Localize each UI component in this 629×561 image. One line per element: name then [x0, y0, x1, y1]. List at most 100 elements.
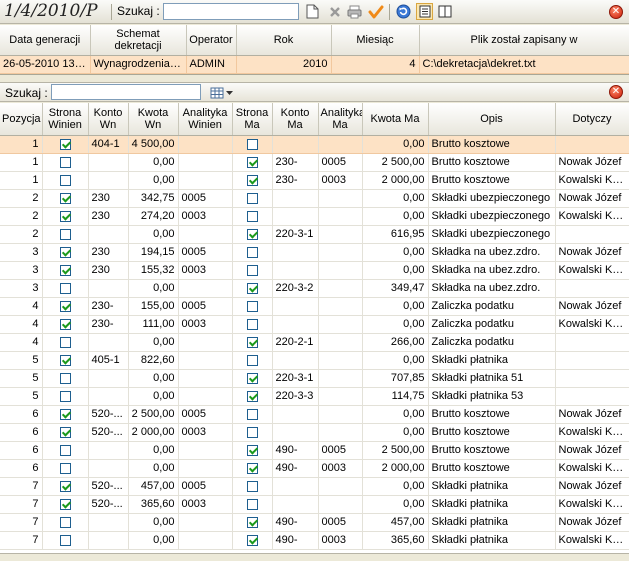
table-row[interactable]: 5 405-1 822,60 0,00 Składki płatnika — [0, 351, 629, 370]
delete-icon[interactable] — [326, 3, 343, 20]
table-row[interactable]: 7 0,00 490- 0005 457,00 Składki płatnika Nowak… — [0, 513, 629, 532]
table-row[interactable]: 7 520-... 365,60 0003 0,00 Składki płatnika Ko… — [0, 495, 629, 514]
chevron-down-icon[interactable] — [224, 84, 234, 101]
checkbox[interactable] — [59, 300, 71, 312]
table-row[interactable]: 2 230 342,75 0005 0,00 Składki ubezpieczonego… — [0, 189, 629, 208]
checkbox[interactable] — [59, 516, 71, 528]
checkbox[interactable] — [59, 174, 71, 186]
table-row[interactable]: 4 230- 111,00 0003 0,00 Zaliczka podatku Kowal… — [0, 315, 629, 334]
checkbox[interactable] — [246, 156, 258, 168]
checkbox[interactable] — [59, 408, 71, 420]
table-row[interactable]: 2 230 274,20 0003 0,00 Składki ubezpieczonego… — [0, 207, 629, 226]
table-row[interactable]: 1 404-1 4 500,00 0,00 Brutto kosztowe — [0, 135, 629, 154]
checkbox[interactable] — [246, 372, 258, 384]
table-row[interactable]: 3 0,00 220-3-2 349,47 Składka na ubez.zdro. — [0, 279, 629, 298]
checkbox[interactable] — [246, 444, 258, 456]
column-header[interactable]: Rok — [236, 25, 332, 56]
refresh-icon[interactable] — [395, 3, 412, 20]
checkbox[interactable] — [246, 534, 258, 546]
table-row[interactable]: 3 230 155,32 0003 0,00 Składka na ubez.zdro. K… — [0, 261, 629, 280]
checkbox[interactable] — [246, 480, 258, 492]
checkbox[interactable] — [246, 138, 258, 150]
new-document-icon[interactable] — [304, 3, 321, 20]
table-row[interactable]: 6 0,00 490- 0005 2 500,00 Brutto kosztowe Nowa… — [0, 441, 629, 460]
column-header[interactable]: Analityka Winien — [178, 103, 233, 136]
grid-close-icon[interactable]: ✕ — [609, 85, 623, 99]
checkbox[interactable] — [59, 282, 71, 294]
checkbox[interactable] — [246, 300, 258, 312]
checkbox[interactable] — [246, 210, 258, 222]
checkbox[interactable] — [246, 228, 258, 240]
column-header[interactable]: Kwota Ma — [362, 103, 429, 136]
table-row[interactable]: 6 0,00 490- 0003 2 000,00 Brutto kosztowe Kowa… — [0, 459, 629, 478]
column-header[interactable]: Strona Winien — [42, 103, 89, 136]
grid-search-input[interactable] — [51, 84, 201, 100]
checkbox[interactable] — [246, 390, 258, 402]
checkbox[interactable] — [246, 192, 258, 204]
export-row[interactable]: 26-05-2010 13:22 Wynagrodzenia e... ADMI… — [0, 55, 629, 74]
checkbox[interactable] — [246, 408, 258, 420]
checkbox[interactable] — [59, 246, 71, 258]
column-header[interactable]: Operator — [186, 25, 237, 56]
checkbox[interactable] — [59, 228, 71, 240]
checkbox[interactable] — [246, 336, 258, 348]
checkbox[interactable] — [59, 192, 71, 204]
table-row[interactable]: 7 0,00 490- 0003 365,60 Składki płatnika Kowal… — [0, 531, 629, 550]
column-header[interactable]: Kwota Wn — [128, 103, 179, 136]
checkbox[interactable] — [59, 354, 71, 366]
approve-icon[interactable] — [367, 3, 384, 20]
search-input[interactable] — [163, 3, 299, 20]
checkbox[interactable] — [59, 264, 71, 276]
table-row[interactable]: 2 0,00 220-3-1 616,95 Składki ubezpieczonego — [0, 225, 629, 244]
table-row[interactable]: 5 0,00 220-3-3 114,75 Składki płatnika 53 — [0, 387, 629, 406]
checkbox[interactable] — [246, 498, 258, 510]
column-header[interactable]: Miesiąc — [331, 25, 420, 56]
column-header[interactable]: Konto Ma — [272, 103, 319, 136]
checkbox[interactable] — [59, 318, 71, 330]
column-header[interactable]: Schemat dekretacji — [90, 25, 187, 56]
table-row[interactable]: 6 520-... 2 000,00 0003 0,00 Brutto kosztowe K… — [0, 423, 629, 442]
checkbox[interactable] — [246, 354, 258, 366]
table-row[interactable]: 4 230- 155,00 0005 0,00 Zaliczka podatku Nowak… — [0, 297, 629, 316]
column-header[interactable]: Konto Wn — [88, 103, 129, 136]
checkbox[interactable] — [59, 390, 71, 402]
checkbox[interactable] — [59, 156, 71, 168]
checkbox[interactable] — [246, 264, 258, 276]
column-header[interactable]: Analityka Ma — [318, 103, 363, 136]
checkbox[interactable] — [246, 462, 258, 474]
column-header[interactable]: Opis — [428, 103, 556, 136]
column-header[interactable]: Plik został zapisany w — [419, 25, 629, 56]
checkbox[interactable] — [59, 210, 71, 222]
table-view-icon[interactable] — [208, 84, 225, 101]
table-row[interactable]: 1 0,00 230- 0003 2 000,00 Brutto kosztowe Kowa… — [0, 171, 629, 190]
columns-icon[interactable] — [436, 3, 453, 20]
table-row[interactable]: 3 230 194,15 0005 0,00 Składka na ubez.zdro. N… — [0, 243, 629, 262]
table-row[interactable]: 5 0,00 220-3-1 707,85 Składki płatnika 51 — [0, 369, 629, 388]
table-row[interactable]: 6 520-... 2 500,00 0005 0,00 Brutto kosztowe N… — [0, 405, 629, 424]
checkbox[interactable] — [246, 174, 258, 186]
checkbox[interactable] — [246, 516, 258, 528]
checkbox[interactable] — [59, 534, 71, 546]
checkbox[interactable] — [59, 480, 71, 492]
checkbox[interactable] — [59, 444, 71, 456]
checkbox[interactable] — [246, 426, 258, 438]
column-header[interactable]: Dotyczy — [555, 103, 629, 136]
column-header[interactable]: Strona Ma — [232, 103, 273, 136]
checkbox[interactable] — [59, 462, 71, 474]
table-row[interactable]: 4 0,00 220-2-1 266,00 Zaliczka podatku — [0, 333, 629, 352]
export-icon[interactable] — [416, 3, 433, 20]
column-header[interactable]: Data generacji — [0, 25, 91, 56]
checkbox[interactable] — [59, 336, 71, 348]
checkbox[interactable] — [59, 426, 71, 438]
checkbox[interactable] — [246, 318, 258, 330]
checkbox[interactable] — [246, 246, 258, 258]
column-header[interactable]: Pozycja — [0, 103, 43, 136]
checkbox[interactable] — [59, 138, 71, 150]
checkbox[interactable] — [59, 372, 71, 384]
checkbox[interactable] — [59, 498, 71, 510]
table-row[interactable]: 1 0,00 230- 0005 2 500,00 Brutto kosztowe Nowa… — [0, 153, 629, 172]
table-row[interactable]: 7 520-... 457,00 0005 0,00 Składki płatnika No… — [0, 477, 629, 496]
close-icon[interactable]: ✕ — [609, 5, 623, 19]
checkbox[interactable] — [246, 282, 258, 294]
print-icon[interactable] — [346, 3, 363, 20]
